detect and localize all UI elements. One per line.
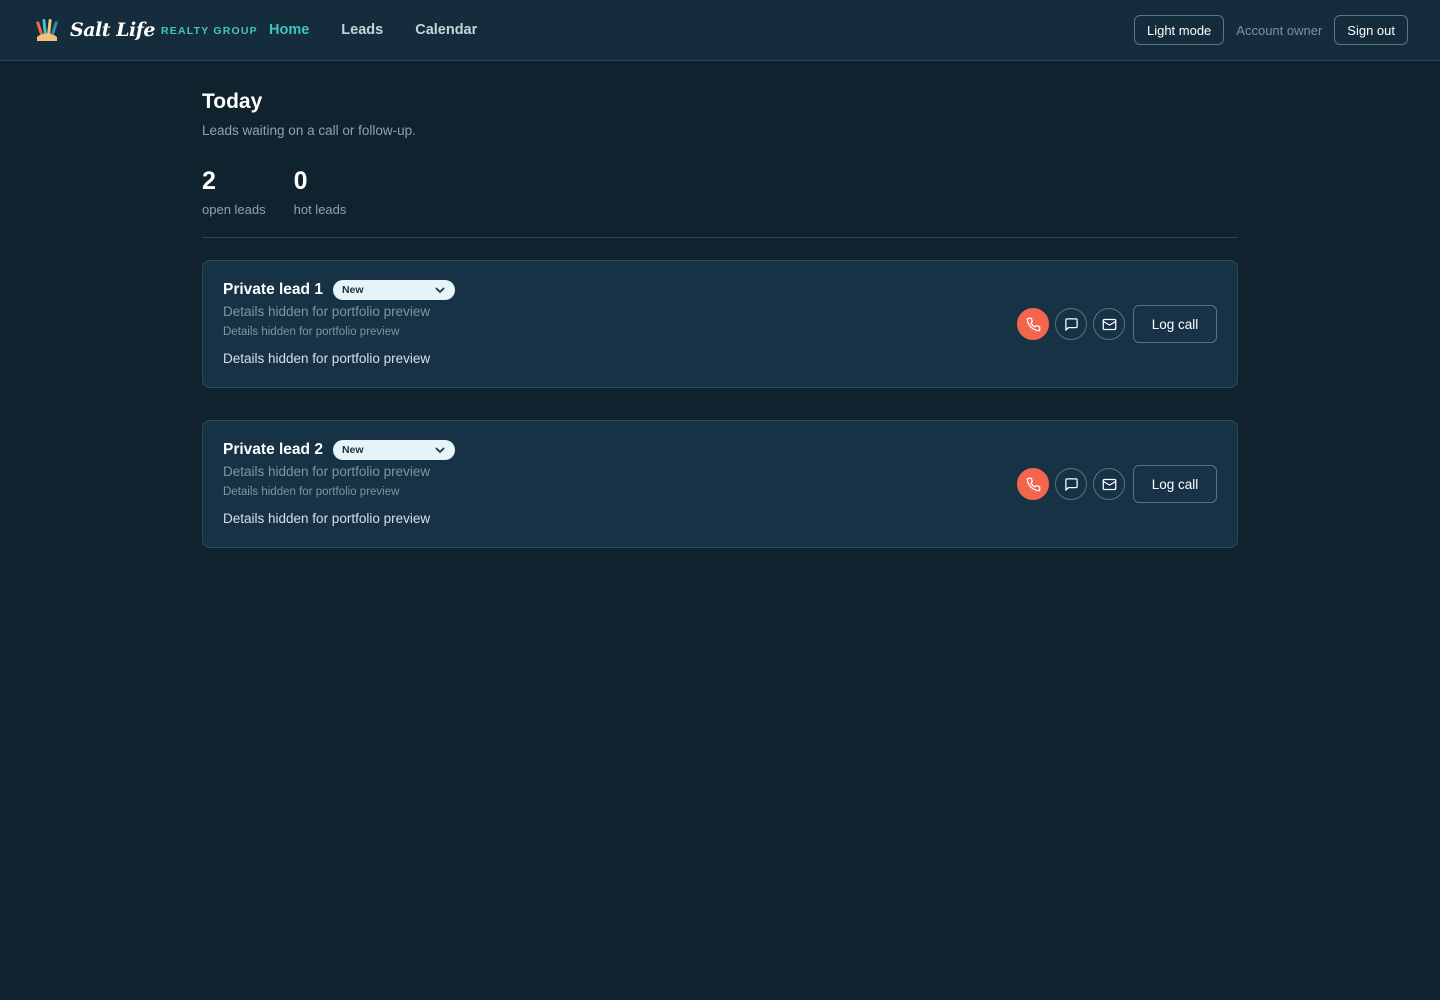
chevron-down-icon xyxy=(435,287,445,293)
nav-leads[interactable]: Leads xyxy=(341,22,383,38)
text-message-button[interactable] xyxy=(1055,308,1087,340)
sign-out-button[interactable]: Sign out xyxy=(1334,15,1408,45)
lead-status-select[interactable]: New xyxy=(332,440,455,460)
lead-actions: Log call xyxy=(1017,465,1217,503)
lead-card-header: Private lead 1 New xyxy=(223,280,455,300)
lead-name: Private lead 2 xyxy=(223,441,323,458)
account-label: Account owner xyxy=(1236,22,1323,38)
top-navigation-bar: Salt Life REALTY GROUP Home Leads Calend… xyxy=(0,0,1440,61)
theme-toggle-button[interactable]: Light mode xyxy=(1133,15,1225,45)
phone-icon xyxy=(1026,317,1040,331)
page-title: Today xyxy=(202,90,263,113)
lead-card-header: Private lead 2 New xyxy=(223,440,455,460)
header-actions: Light mode Account owner Sign out xyxy=(1133,15,1408,45)
lead-detail-line: Details hidden for portfolio preview xyxy=(223,464,431,479)
lead-actions: Log call xyxy=(1017,305,1217,343)
message-icon xyxy=(1064,317,1078,331)
stat-label: open leads xyxy=(202,202,266,217)
log-call-button[interactable]: Log call xyxy=(1133,465,1217,503)
stats-row: 2 open leads 0 hot leads xyxy=(202,167,1238,217)
stat-value: 0 xyxy=(293,167,308,195)
lead-note: Details hidden for portfolio preview xyxy=(223,511,431,526)
lead-status-value: New xyxy=(341,284,364,296)
lead-status-value: New xyxy=(341,444,364,456)
stat-hot-leads: 0 hot leads xyxy=(294,167,347,217)
text-message-button[interactable] xyxy=(1055,468,1087,500)
lead-status-select[interactable]: New xyxy=(332,280,455,300)
phone-icon xyxy=(1026,477,1040,491)
email-button[interactable] xyxy=(1093,308,1125,340)
mail-icon xyxy=(1102,318,1116,330)
brand-logo[interactable]: Salt Life REALTY GROUP xyxy=(32,14,258,46)
log-call-button[interactable]: Log call xyxy=(1133,305,1217,343)
lead-detail-line: Details hidden for portfolio preview xyxy=(223,486,400,498)
lead-note: Details hidden for portfolio preview xyxy=(223,351,431,366)
message-icon xyxy=(1064,477,1078,491)
brand-script-name: Salt Life xyxy=(70,19,155,41)
stat-value: 2 xyxy=(202,167,216,195)
nav-calendar[interactable]: Calendar xyxy=(415,22,477,38)
call-button[interactable] xyxy=(1017,308,1049,340)
lead-detail-line: Details hidden for portfolio preview xyxy=(223,326,400,338)
lead-name: Private lead 1 xyxy=(223,281,323,298)
sun-rays-logo-icon xyxy=(36,19,58,41)
stat-label: hot leads xyxy=(293,202,347,217)
chevron-down-icon xyxy=(435,447,445,453)
main-nav: Home Leads Calendar xyxy=(269,0,509,60)
nav-home[interactable]: Home xyxy=(269,22,309,38)
brand-sub-name: REALTY GROUP xyxy=(160,25,258,37)
lead-card: Private lead 2 New Details hidden for po… xyxy=(202,420,1238,548)
mail-icon xyxy=(1102,478,1116,490)
today-page: Today Leads waiting on a call or follow-… xyxy=(202,90,1238,548)
call-button[interactable] xyxy=(1017,468,1049,500)
email-button[interactable] xyxy=(1093,468,1125,500)
lead-card: Private lead 1 New Details hidden for po… xyxy=(202,260,1238,388)
page-subtitle: Leads waiting on a call or follow-up. xyxy=(202,123,416,138)
stat-open-leads: 2 open leads xyxy=(202,167,266,217)
divider xyxy=(202,237,1238,238)
lead-detail-line: Details hidden for portfolio preview xyxy=(223,304,431,319)
